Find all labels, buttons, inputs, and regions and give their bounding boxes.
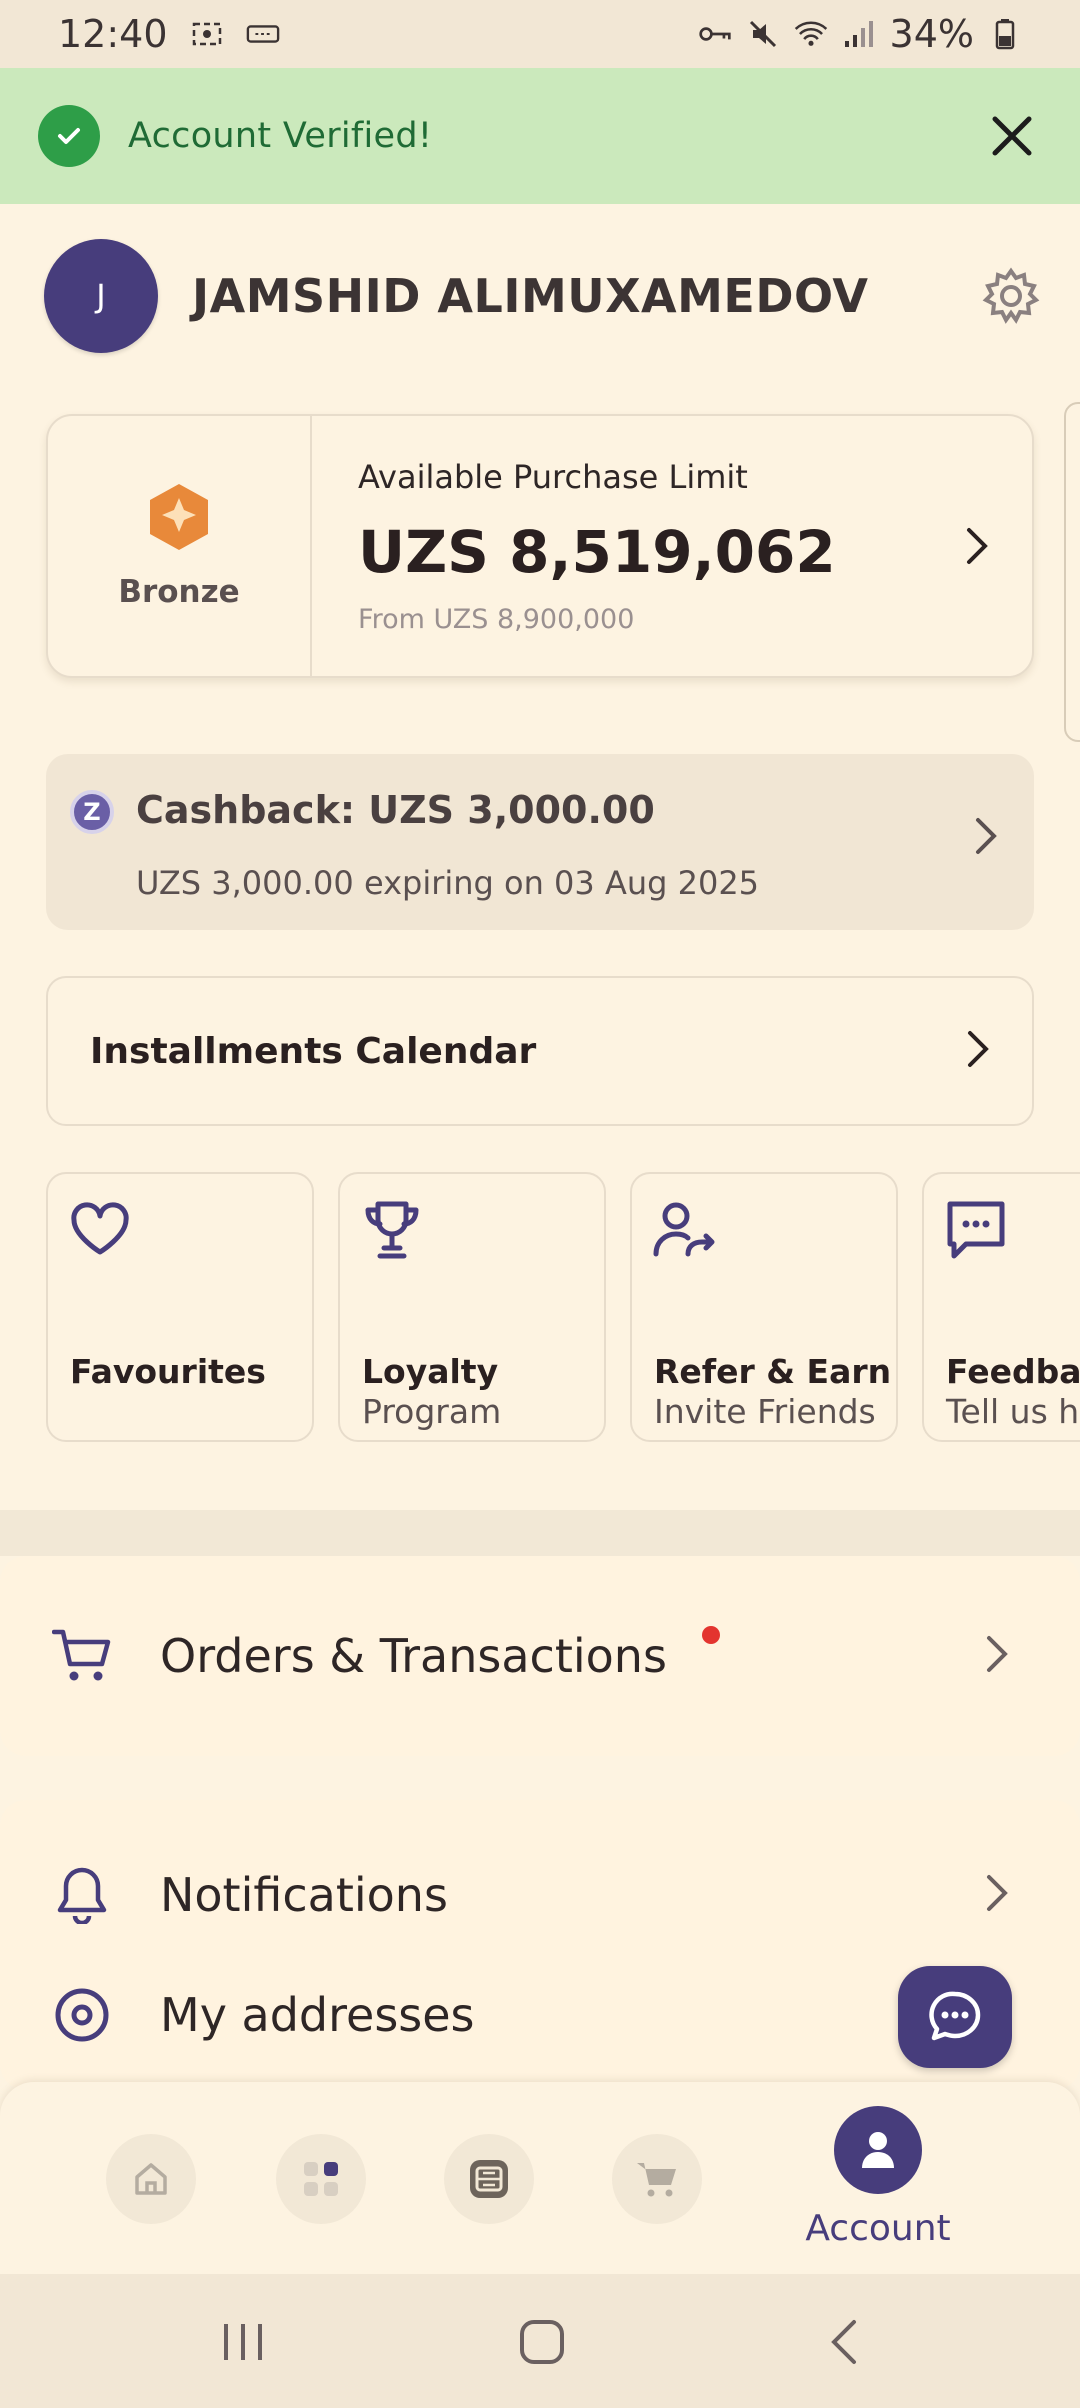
banner-message: Account Verified! — [128, 116, 433, 156]
chevron-right-icon — [966, 1029, 990, 1073]
chat-bubble-icon — [929, 1991, 981, 2041]
support-chat-button[interactable] — [898, 1966, 1012, 2068]
mute-icon — [746, 19, 780, 49]
avatar[interactable]: J — [44, 239, 158, 353]
bottom-navigation: Account — [0, 2082, 1080, 2274]
limit-subtitle: From UZS 8,900,000 — [358, 604, 635, 635]
tile-title: Loyalty — [362, 1352, 499, 1391]
feedback-tile[interactable]: Feedbac Tell us ho — [922, 1172, 1080, 1442]
trophy-icon — [365, 1201, 419, 1259]
check-circle-icon — [38, 105, 100, 167]
home-icon — [135, 2163, 167, 2195]
nav-account-label: Account — [805, 2208, 951, 2249]
limit-info: Available Purchase Limit UZS 8,519,062 F… — [312, 416, 922, 676]
ticket-icon — [246, 19, 280, 49]
bronze-tier-icon — [150, 484, 208, 550]
cashback-subtitle: UZS 3,000.00 expiring on 03 Aug 2025 — [136, 864, 760, 902]
tile-title: Favourites — [70, 1352, 266, 1391]
battery-level: 34% — [889, 12, 974, 56]
user-name: JAMSHID ALIMUXAMEDOV — [192, 269, 869, 323]
cashback-card[interactable]: Z Cashback: UZS 3,000.00 UZS 3,000.00 ex… — [46, 754, 1034, 930]
status-bar: 12:40 34% — [0, 0, 1080, 68]
profile-header: J JAMSHID ALIMUXAMEDOV — [44, 236, 1044, 356]
tile-title: Feedbac — [946, 1352, 1080, 1391]
chevron-right-icon — [986, 1635, 1008, 1677]
chevron-right-icon — [974, 816, 998, 860]
tier-label: Bronze — [118, 574, 240, 610]
cashback-title: Cashback: UZS 3,000.00 — [136, 788, 655, 832]
heart-icon — [71, 1202, 129, 1255]
quick-actions-row: Favourites Loyalty Program Refer & Earn … — [46, 1172, 1080, 1442]
payments-icon — [470, 2160, 508, 2198]
verified-banner: Account Verified! — [0, 68, 1080, 204]
battery-icon — [988, 19, 1022, 50]
calendar-label: Installments Calendar — [90, 1030, 537, 1072]
cashback-badge-icon: Z — [70, 790, 114, 834]
favourites-tile[interactable]: Favourites — [46, 1172, 314, 1442]
tier-section: Bronze — [48, 416, 312, 676]
status-time: 12:40 — [58, 12, 168, 56]
recent-apps-icon[interactable] — [220, 2320, 266, 2364]
nav-payments[interactable] — [444, 2134, 534, 2224]
location-pin-icon — [52, 1985, 112, 2045]
loyalty-tile[interactable]: Loyalty Program — [338, 1172, 606, 1442]
section-divider — [0, 1510, 1080, 1556]
signal-icon — [842, 19, 876, 49]
tile-subtitle: Program — [362, 1392, 502, 1431]
purchase-limit-card[interactable]: Bronze Available Purchase Limit UZS 8,51… — [46, 414, 1034, 678]
chevron-right-icon — [986, 1874, 1008, 1916]
limit-title: Available Purchase Limit — [358, 458, 748, 496]
vpn-key-icon — [698, 19, 732, 49]
orders-transactions-row[interactable]: Orders & Transactions — [0, 1556, 1080, 1756]
installments-calendar-button[interactable]: Installments Calendar — [46, 976, 1034, 1126]
categories-icon — [304, 2162, 338, 2196]
nav-cart[interactable] — [612, 2134, 702, 2224]
chevron-right-icon — [922, 416, 1032, 676]
addresses-label: My addresses — [160, 1988, 475, 2042]
unread-dot — [702, 1626, 720, 1644]
refer-user-icon — [653, 1202, 715, 1257]
close-icon — [992, 116, 1032, 156]
wifi-icon — [794, 19, 828, 49]
account-user-icon — [862, 2132, 894, 2168]
orders-label: Orders & Transactions — [160, 1629, 667, 1683]
screen-record-icon — [190, 19, 224, 49]
back-icon[interactable] — [828, 2318, 860, 2366]
gear-icon — [982, 267, 1040, 324]
bell-icon — [52, 1865, 112, 1925]
cart-icon — [52, 1626, 112, 1686]
chat-dots-icon — [947, 1201, 1005, 1259]
notifications-label: Notifications — [160, 1868, 448, 1922]
next-card-peek[interactable] — [1064, 402, 1080, 742]
limit-value: UZS 8,519,062 — [358, 518, 836, 586]
system-navigation-bar — [0, 2274, 1080, 2408]
nav-categories[interactable] — [276, 2134, 366, 2224]
refer-earn-tile[interactable]: Refer & Earn Invite Friends — [630, 1172, 898, 1442]
close-banner-button[interactable] — [982, 106, 1042, 166]
cart-icon — [637, 2163, 676, 2197]
notifications-row[interactable]: Notifications — [0, 1820, 1080, 1970]
tile-subtitle: Invite Friends — [654, 1392, 876, 1431]
home-button-icon[interactable] — [518, 2318, 566, 2366]
nav-home[interactable] — [106, 2134, 196, 2224]
tile-subtitle: Tell us ho — [946, 1392, 1080, 1431]
settings-button[interactable] — [978, 263, 1044, 329]
orders-card: Orders & Transactions — [0, 1556, 1080, 1756]
nav-account[interactable] — [834, 2106, 922, 2194]
tile-title: Refer & Earn — [654, 1352, 892, 1391]
